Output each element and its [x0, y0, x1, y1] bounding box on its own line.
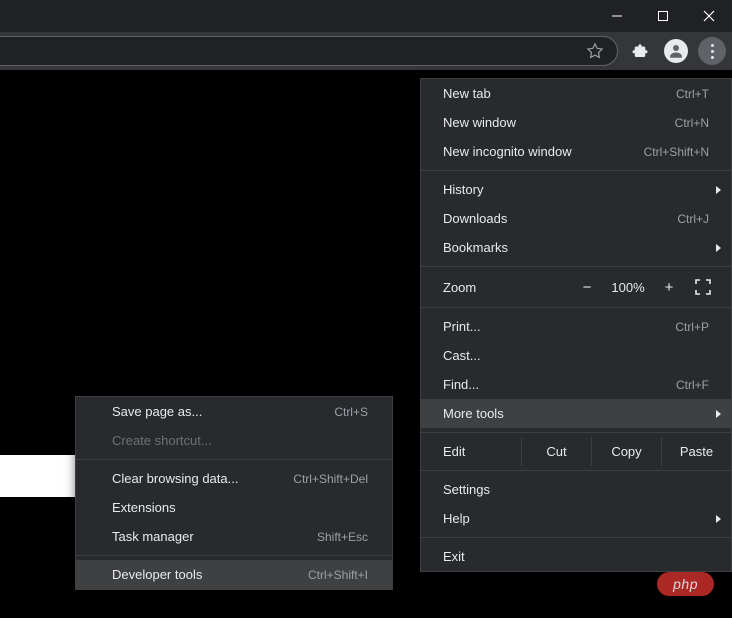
submenu-developer-tools[interactable]: Developer tools Ctrl+Shift+I	[76, 560, 392, 589]
person-icon	[667, 42, 685, 60]
menu-label: Developer tools	[112, 567, 202, 582]
menu-print[interactable]: Print... Ctrl+P	[421, 312, 731, 341]
menu-separator	[76, 555, 392, 556]
extensions-button[interactable]	[626, 37, 654, 65]
menu-more-tools[interactable]: More tools	[421, 399, 731, 428]
menu-separator	[421, 307, 731, 308]
minimize-button[interactable]	[594, 0, 640, 32]
menu-label: Help	[443, 511, 470, 526]
menu-shortcut: Shift+Esc	[317, 530, 368, 544]
puzzle-icon	[631, 42, 649, 60]
maximize-button[interactable]	[640, 0, 686, 32]
profile-button[interactable]	[662, 37, 690, 65]
menu-label: History	[443, 182, 483, 197]
submenu-save-page[interactable]: Save page as... Ctrl+S	[76, 397, 392, 426]
submenu-clear-browsing-data[interactable]: Clear browsing data... Ctrl+Shift+Del	[76, 464, 392, 493]
chevron-right-icon	[716, 186, 721, 194]
menu-label: Find...	[443, 377, 479, 392]
zoom-out-button[interactable]: −	[571, 279, 603, 296]
watermark: php	[657, 572, 714, 596]
menu-label: Exit	[443, 549, 465, 564]
menu-new-window[interactable]: New window Ctrl+N	[421, 108, 731, 137]
menu-shortcut: Ctrl+Shift+I	[308, 568, 368, 582]
menu-separator	[421, 432, 731, 433]
menu-label: Cast...	[443, 348, 481, 363]
zoom-label: Zoom	[443, 280, 571, 295]
menu-shortcut: Ctrl+J	[677, 212, 709, 226]
chevron-right-icon	[716, 515, 721, 523]
menu-shortcut: Ctrl+N	[675, 116, 709, 130]
maximize-icon	[657, 10, 669, 22]
title-bar	[0, 0, 732, 32]
copy-button[interactable]: Copy	[591, 437, 661, 466]
menu-history[interactable]: History	[421, 175, 731, 204]
menu-label: New tab	[443, 86, 491, 101]
omnibox[interactable]	[0, 36, 618, 66]
menu-label: Extensions	[112, 500, 176, 515]
submenu-extensions[interactable]: Extensions	[76, 493, 392, 522]
menu-separator	[421, 266, 731, 267]
menu-zoom-row: Zoom − 100% +	[421, 271, 731, 303]
close-icon	[703, 10, 715, 22]
more-vert-icon	[711, 44, 714, 59]
menu-label: New window	[443, 115, 516, 130]
menu-label: Save page as...	[112, 404, 202, 419]
edit-label: Edit	[421, 437, 521, 466]
menu-help[interactable]: Help	[421, 504, 731, 533]
chevron-right-icon	[716, 244, 721, 252]
menu-shortcut: Ctrl+F	[676, 378, 709, 392]
browser-toolbar	[0, 32, 732, 70]
page-fragment	[0, 455, 75, 497]
menu-label: Settings	[443, 482, 490, 497]
chrome-menu-button[interactable]	[698, 37, 726, 65]
menu-shortcut: Ctrl+Shift+N	[644, 145, 709, 159]
menu-exit[interactable]: Exit	[421, 542, 731, 571]
menu-downloads[interactable]: Downloads Ctrl+J	[421, 204, 731, 233]
menu-shortcut: Ctrl+Shift+Del	[293, 472, 368, 486]
menu-find[interactable]: Find... Ctrl+F	[421, 370, 731, 399]
menu-shortcut: Ctrl+P	[675, 320, 709, 334]
fullscreen-button[interactable]	[689, 277, 717, 297]
menu-label: Downloads	[443, 211, 507, 226]
menu-new-tab[interactable]: New tab Ctrl+T	[421, 79, 731, 108]
chevron-right-icon	[716, 410, 721, 418]
zoom-percent: 100%	[603, 280, 653, 295]
menu-label: New incognito window	[443, 144, 572, 159]
menu-shortcut: Ctrl+T	[676, 87, 709, 101]
zoom-in-button[interactable]: +	[653, 279, 685, 296]
chrome-main-menu: New tab Ctrl+T New window Ctrl+N New inc…	[420, 78, 732, 572]
menu-label: More tools	[443, 406, 504, 421]
avatar	[664, 39, 688, 63]
menu-label: Create shortcut...	[112, 433, 212, 448]
star-icon	[586, 42, 604, 60]
menu-separator	[421, 537, 731, 538]
more-tools-submenu: Save page as... Ctrl+S Create shortcut..…	[75, 396, 393, 590]
paste-button[interactable]: Paste	[661, 437, 731, 466]
menu-label: Task manager	[112, 529, 194, 544]
menu-separator	[421, 470, 731, 471]
menu-edit-row: Edit Cut Copy Paste	[421, 437, 731, 466]
submenu-create-shortcut: Create shortcut...	[76, 426, 392, 455]
menu-label: Print...	[443, 319, 481, 334]
menu-label: Bookmarks	[443, 240, 508, 255]
menu-shortcut: Ctrl+S	[334, 405, 368, 419]
bookmark-star-button[interactable]	[581, 37, 609, 65]
cut-button[interactable]: Cut	[521, 437, 591, 466]
menu-label: Clear browsing data...	[112, 471, 238, 486]
menu-settings[interactable]: Settings	[421, 475, 731, 504]
menu-cast[interactable]: Cast...	[421, 341, 731, 370]
submenu-task-manager[interactable]: Task manager Shift+Esc	[76, 522, 392, 551]
menu-bookmarks[interactable]: Bookmarks	[421, 233, 731, 262]
menu-separator	[76, 459, 392, 460]
menu-new-incognito[interactable]: New incognito window Ctrl+Shift+N	[421, 137, 731, 166]
minimize-icon	[611, 10, 623, 22]
menu-separator	[421, 170, 731, 171]
fullscreen-icon	[695, 279, 711, 295]
close-button[interactable]	[686, 0, 732, 32]
